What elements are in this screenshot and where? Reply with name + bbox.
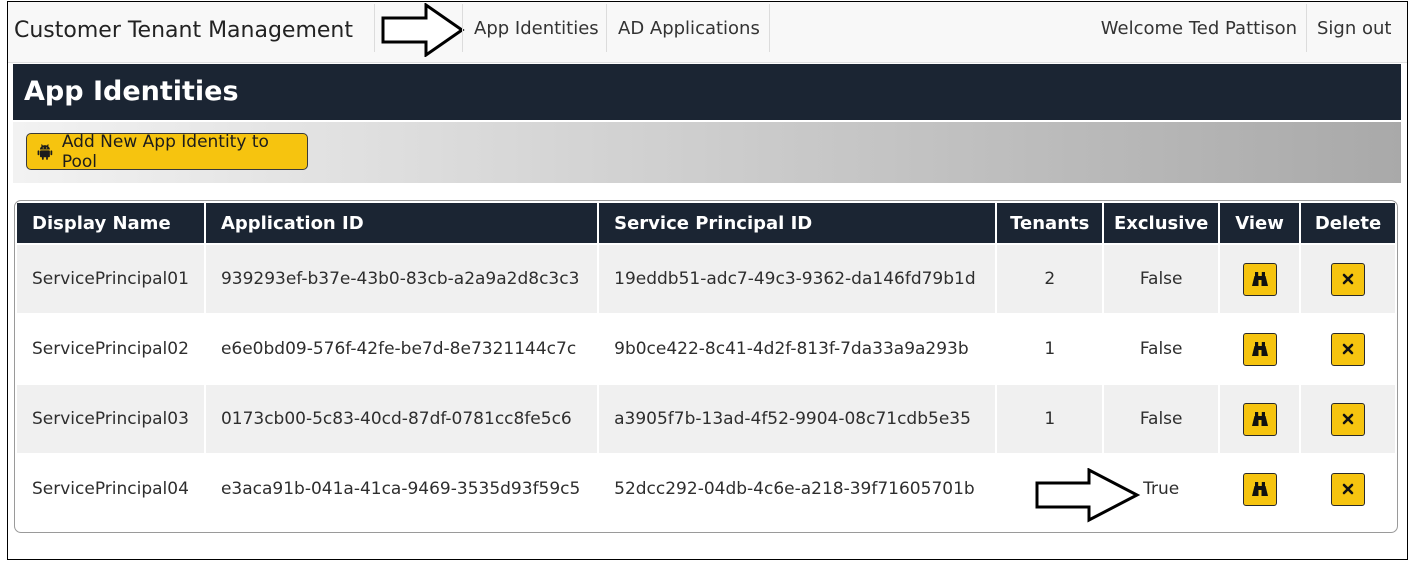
column-header-view: View bbox=[1220, 203, 1300, 243]
nav-link-ad-applications[interactable]: AD Applications bbox=[618, 2, 760, 58]
binoculars-icon bbox=[1251, 482, 1268, 496]
annotation-arrow-icon bbox=[381, 3, 465, 57]
close-icon bbox=[1342, 273, 1354, 285]
sign-out-link[interactable]: Sign out bbox=[1317, 2, 1391, 58]
add-app-identity-button[interactable]: Add New App Identity to Pool bbox=[26, 131, 308, 172]
service-principal-id-cell: 52dcc292-04db-4c6e-a218-39f71605701b bbox=[599, 455, 996, 523]
display-name-cell: ServicePrincipal04 bbox=[17, 455, 204, 523]
column-header-exclusive: Exclusive bbox=[1104, 203, 1219, 243]
binoculars-icon bbox=[1251, 412, 1268, 426]
add-app-identity-label: Add New App Identity to Pool bbox=[61, 131, 269, 172]
close-icon bbox=[1342, 413, 1354, 425]
nav-divider bbox=[462, 4, 463, 52]
delete-cell bbox=[1301, 455, 1395, 523]
page-title: App Identities bbox=[24, 76, 239, 107]
nav-link-app-identities[interactable]: App Identities bbox=[474, 2, 599, 58]
application-id-cell: e6e0bd09-576f-42fe-be7d-8e7321144c7c bbox=[205, 315, 598, 383]
app-brand[interactable]: Customer Tenant Management bbox=[14, 2, 353, 62]
close-icon bbox=[1342, 483, 1354, 495]
view-button[interactable] bbox=[1242, 332, 1277, 366]
toolbar: Add New App Identity to Pool bbox=[13, 122, 1401, 183]
exclusive-cell: False bbox=[1104, 245, 1219, 313]
delete-button[interactable] bbox=[1331, 332, 1365, 366]
delete-button[interactable] bbox=[1331, 472, 1365, 506]
nav-divider bbox=[769, 4, 770, 52]
tenants-cell: 1 bbox=[997, 315, 1103, 383]
view-cell bbox=[1220, 245, 1300, 313]
display-name-cell: ServicePrincipal01 bbox=[17, 245, 204, 313]
view-button[interactable] bbox=[1242, 402, 1277, 436]
application-id-cell: 0173cb00-5c83-40cd-87df-0781cc8fe5c6 bbox=[205, 385, 598, 453]
column-header-application-id: Application ID bbox=[205, 203, 598, 243]
binoculars-icon bbox=[1251, 342, 1268, 356]
exclusive-cell: False bbox=[1104, 315, 1219, 383]
view-cell bbox=[1220, 455, 1300, 523]
table-row: ServicePrincipal01 939293ef-b37e-43b0-83… bbox=[17, 245, 1395, 313]
android-icon bbox=[37, 143, 53, 160]
nav-divider bbox=[374, 4, 375, 52]
nav-divider bbox=[606, 4, 607, 52]
tenants-cell: 1 bbox=[997, 385, 1103, 453]
binoculars-icon bbox=[1251, 272, 1268, 286]
delete-cell bbox=[1301, 245, 1395, 313]
welcome-user-text: Welcome Ted Pattison bbox=[1100, 18, 1297, 39]
delete-button[interactable] bbox=[1331, 402, 1365, 436]
view-button[interactable] bbox=[1242, 262, 1277, 296]
display-name-cell: ServicePrincipal03 bbox=[17, 385, 204, 453]
column-header-service-principal-id: Service Principal ID bbox=[599, 203, 996, 243]
table-row: ServicePrincipal04 e3aca91b-041a-41ca-94… bbox=[17, 455, 1395, 523]
delete-cell bbox=[1301, 315, 1395, 383]
column-header-delete: Delete bbox=[1301, 203, 1395, 243]
column-header-display-name: Display Name bbox=[17, 203, 204, 243]
view-button[interactable] bbox=[1242, 472, 1277, 506]
app-frame: Customer Tenant Management App Identitie… bbox=[7, 1, 1408, 560]
view-cell bbox=[1220, 315, 1300, 383]
application-id-cell: e3aca91b-041a-41ca-9469-3535d93f59c5 bbox=[205, 455, 598, 523]
table-header-row: Display Name Application ID Service Prin… bbox=[17, 203, 1395, 243]
service-principal-id-cell: 9b0ce422-8c41-4d2f-813f-7da33a9a293b bbox=[599, 315, 996, 383]
display-name-cell: ServicePrincipal02 bbox=[17, 315, 204, 383]
app-identities-table: Display Name Application ID Service Prin… bbox=[14, 200, 1398, 533]
top-navbar: Customer Tenant Management App Identitie… bbox=[8, 2, 1407, 63]
delete-button[interactable] bbox=[1331, 262, 1365, 296]
annotation-arrow-icon bbox=[1035, 468, 1141, 523]
service-principal-id-cell: a3905f7b-13ad-4f52-9904-08c71cdb5e35 bbox=[599, 385, 996, 453]
close-icon bbox=[1342, 343, 1354, 355]
view-cell bbox=[1220, 385, 1300, 453]
table-row: ServicePrincipal03 0173cb00-5c83-40cd-87… bbox=[17, 385, 1395, 453]
nav-divider bbox=[1306, 4, 1307, 52]
delete-cell bbox=[1301, 385, 1395, 453]
application-id-cell: 939293ef-b37e-43b0-83cb-a2a9a2d8c3c3 bbox=[205, 245, 598, 313]
exclusive-cell: False bbox=[1104, 385, 1219, 453]
column-header-tenants: Tenants bbox=[997, 203, 1103, 243]
tenants-cell: 2 bbox=[997, 245, 1103, 313]
table-row: ServicePrincipal02 e6e0bd09-576f-42fe-be… bbox=[17, 315, 1395, 383]
service-principal-id-cell: 19eddb51-adc7-49c3-9362-da146fd79b1d bbox=[599, 245, 996, 313]
page-title-bar: App Identities bbox=[13, 64, 1401, 120]
